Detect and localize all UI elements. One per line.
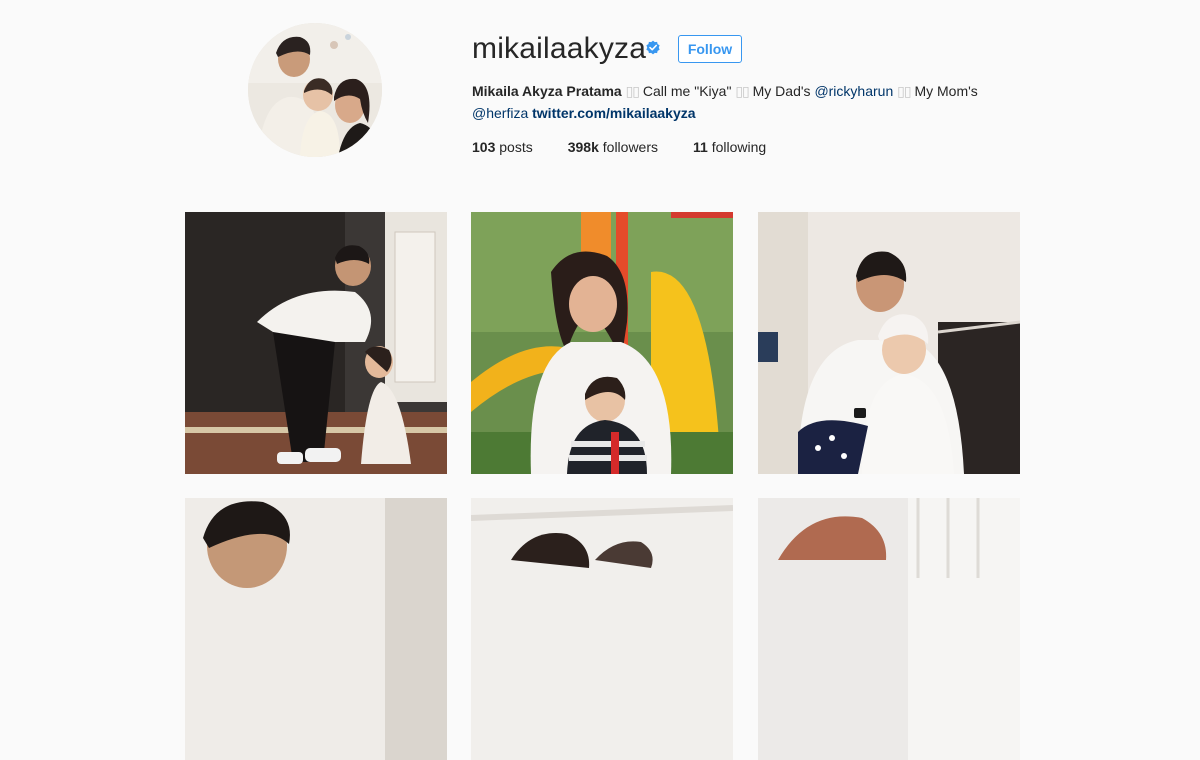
- external-link[interactable]: twitter.com/mikailaakyza: [532, 105, 695, 121]
- posts-stat: 103 posts: [472, 137, 533, 157]
- bio-text: My Dad's: [752, 83, 811, 99]
- mention-link-dad[interactable]: @rickyharun: [814, 83, 893, 99]
- post-thumbnail[interactable]: [471, 212, 733, 474]
- mention-link-mom[interactable]: @herfiza: [472, 105, 528, 121]
- post-thumbnail[interactable]: [758, 212, 1020, 474]
- post-thumbnail[interactable]: [185, 498, 447, 760]
- emoji-glyph: ▯▯: [735, 83, 749, 99]
- followers-count: 398k: [567, 139, 599, 155]
- profile-username: mikailaakyza: [472, 32, 647, 65]
- bio-text: My Mom's: [914, 83, 978, 99]
- following-count: 11: [693, 139, 708, 155]
- emoji-glyph: ▯▯: [897, 83, 911, 99]
- post-thumbnail[interactable]: [758, 498, 1020, 760]
- profile-stats: 103 posts 398k followers 11 following: [472, 137, 801, 157]
- following-stat[interactable]: 11 following: [693, 137, 766, 157]
- posts-count: 103: [472, 139, 496, 155]
- emoji-glyph: ▯▯: [625, 83, 640, 99]
- profile-avatar: [248, 23, 382, 157]
- followers-label: followers: [602, 139, 659, 155]
- post-thumbnail[interactable]: [185, 212, 447, 474]
- post-thumbnail[interactable]: [471, 498, 733, 760]
- following-label: following: [711, 139, 767, 155]
- bio-full-name: Mikaila Akyza Pratama: [472, 83, 622, 99]
- follow-button[interactable]: Follow: [678, 35, 742, 63]
- posts-label: posts: [499, 139, 533, 155]
- profile-bio: Mikaila Akyza Pratama ▯▯ Call me "Kiya" …: [472, 80, 992, 124]
- bio-text: Call me "Kiya": [642, 83, 732, 99]
- verified-badge-icon: [646, 40, 660, 55]
- followers-stat[interactable]: 398k followers: [568, 137, 658, 157]
